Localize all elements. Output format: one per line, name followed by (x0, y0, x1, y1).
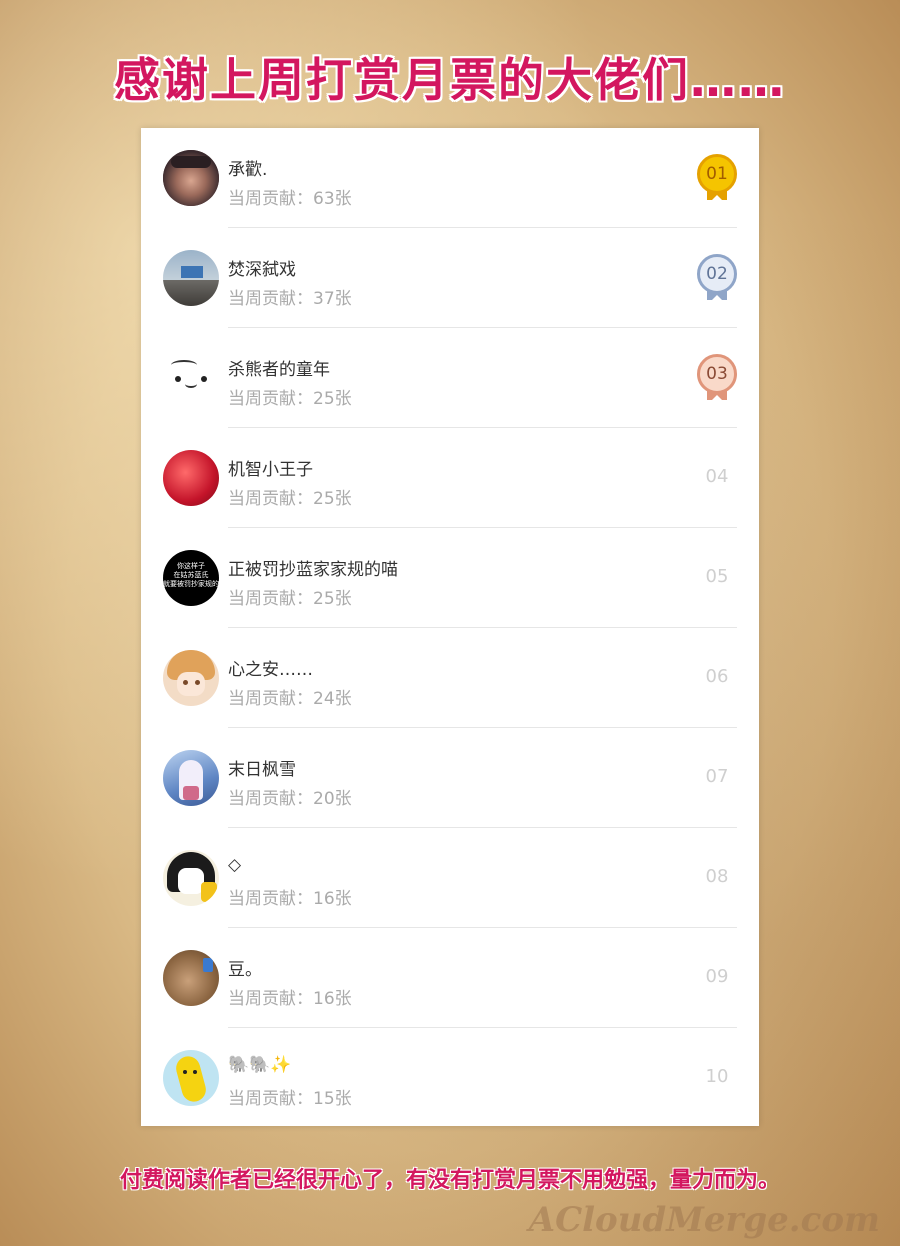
user-name: 杀熊者的童年 (228, 360, 330, 380)
contribution-value: 16张 (313, 989, 352, 1009)
list-item[interactable]: 你这样子 在姑苏蓝氏 就要被罚抄家规的 正被罚抄蓝家家规的喵 当周贡献：25张 … (141, 528, 759, 628)
contribution-text: 当周贡献：15张 (228, 1084, 352, 1109)
avatar[interactable] (163, 350, 219, 406)
ranking-list: 承歡. 当周贡献：63张 01 焚深弑戏 当周贡献：37张 02 杀熊者的童年 … (141, 128, 759, 1126)
rank-number: 10 (705, 1066, 729, 1087)
avatar[interactable]: 你这样子 在姑苏蓝氏 就要被罚抄家规的 (163, 550, 219, 606)
contribution-value: 20张 (313, 789, 352, 809)
contribution-value: 63张 (313, 189, 352, 209)
contribution-value: 15张 (313, 1089, 352, 1109)
silver-medal-icon: 02 (697, 254, 737, 302)
list-item[interactable]: 机智小王子 当周贡献：25张 04 (141, 428, 759, 528)
avatar[interactable] (163, 1050, 219, 1106)
contribution-label: 当周贡献： (228, 189, 313, 209)
avatar[interactable] (163, 950, 219, 1006)
rank-number: 07 (705, 766, 729, 787)
rank-number: 02 (697, 254, 737, 294)
contribution-value: 24张 (313, 689, 352, 709)
avatar-text: 就要被罚抄家规的 (163, 580, 219, 588)
contribution-label: 当周贡献： (228, 589, 313, 609)
contribution-value: 25张 (313, 389, 352, 409)
rank-number: 04 (705, 466, 729, 487)
contribution-text: 当周贡献：25张 (228, 484, 352, 509)
list-item[interactable]: 末日枫雪 当周贡献：20张 07 (141, 728, 759, 828)
contribution-text: 当周贡献：25张 (228, 584, 352, 609)
avatar[interactable] (163, 450, 219, 506)
user-name: 豆。 (228, 960, 262, 980)
contribution-text: 当周贡献：16张 (228, 884, 352, 909)
rank-number: 01 (697, 154, 737, 194)
user-name: 末日枫雪 (228, 760, 296, 780)
avatar[interactable] (163, 650, 219, 706)
user-name: 正被罚抄蓝家家规的喵 (228, 560, 398, 580)
contribution-label: 当周贡献： (228, 289, 313, 309)
contribution-text: 当周贡献：16张 (228, 984, 352, 1009)
list-item[interactable]: 承歡. 当周贡献：63张 01 (141, 128, 759, 228)
bronze-medal-icon: 03 (697, 354, 737, 402)
contribution-label: 当周贡献： (228, 889, 313, 909)
watermark: ACloudMerge.com (528, 1200, 880, 1240)
contribution-text: 当周贡献：63张 (228, 184, 352, 209)
user-name: 🐘🐘✨ (228, 1055, 292, 1075)
user-name: 心之安…… (228, 660, 313, 680)
contribution-label: 当周贡献： (228, 989, 313, 1009)
contribution-text: 当周贡献：24张 (228, 684, 352, 709)
avatar-text: 在姑苏蓝氏 (173, 571, 209, 579)
contribution-value: 25张 (313, 489, 352, 509)
footer-note: 付费阅读作者已经很开心了，有没有打赏月票不用勉强，量力而为。 (119, 1168, 780, 1193)
contribution-text: 当周贡献：20张 (228, 784, 352, 809)
avatar[interactable] (163, 750, 219, 806)
user-name: ◇ (228, 855, 242, 875)
contribution-value: 37张 (313, 289, 352, 309)
page-title: 感谢上周打赏月票的大佬们…… (114, 53, 786, 107)
contribution-label: 当周贡献： (228, 789, 313, 809)
gold-medal-icon: 01 (697, 154, 737, 202)
rank-number: 05 (705, 566, 729, 587)
contribution-label: 当周贡献： (228, 489, 313, 509)
user-name: 机智小王子 (228, 460, 313, 480)
list-item[interactable]: 心之安…… 当周贡献：24张 06 (141, 628, 759, 728)
rank-number: 09 (705, 966, 729, 987)
rank-number: 06 (705, 666, 729, 687)
avatar[interactable] (163, 150, 219, 206)
contribution-text: 当周贡献：37张 (228, 284, 352, 309)
avatar[interactable] (163, 250, 219, 306)
rank-number: 03 (697, 354, 737, 394)
rank-number: 08 (705, 866, 729, 887)
avatar-text: 你这样子 (177, 562, 205, 570)
contribution-text: 当周贡献：25张 (228, 384, 352, 409)
list-item[interactable]: 杀熊者的童年 当周贡献：25张 03 (141, 328, 759, 428)
list-item[interactable]: 🐘🐘✨ 当周贡献：15张 10 (141, 1028, 759, 1128)
contribution-label: 当周贡献： (228, 1089, 313, 1109)
user-name: 承歡. (228, 160, 268, 180)
contribution-value: 25张 (313, 589, 352, 609)
contribution-label: 当周贡献： (228, 389, 313, 409)
list-item[interactable]: 豆。 当周贡献：16张 09 (141, 928, 759, 1028)
user-name: 焚深弑戏 (228, 260, 296, 280)
list-item[interactable]: ◇ 当周贡献：16张 08 (141, 828, 759, 928)
contribution-value: 16张 (313, 889, 352, 909)
list-item[interactable]: 焚深弑戏 当周贡献：37张 02 (141, 228, 759, 328)
contribution-label: 当周贡献： (228, 689, 313, 709)
avatar[interactable] (163, 850, 219, 906)
